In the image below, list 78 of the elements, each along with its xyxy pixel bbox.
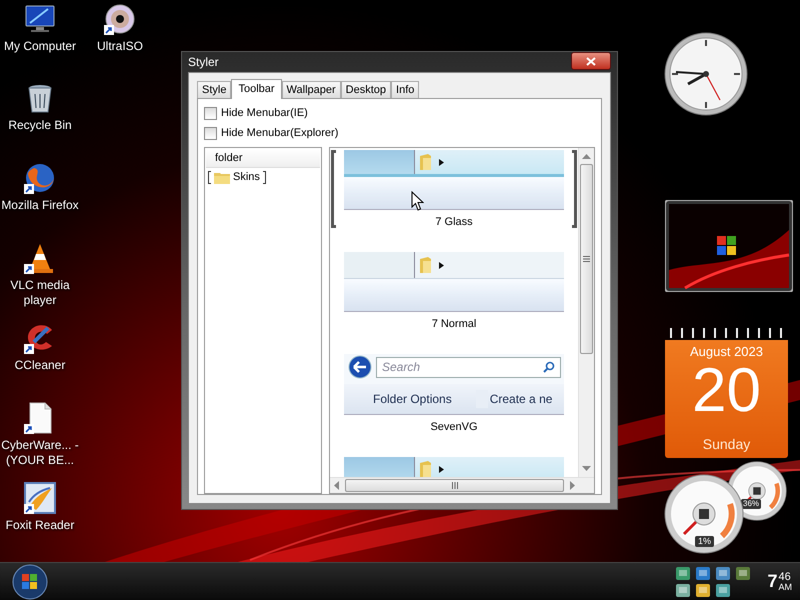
icon-label[interactable]: CCleaner — [14, 358, 66, 373]
folder-icon — [419, 461, 432, 477]
folder-icon — [214, 170, 230, 184]
meter-reading: 1% — [695, 536, 714, 547]
desktop-icon[interactable] — [24, 162, 56, 194]
desktop-icon[interactable] — [104, 3, 136, 35]
skin-name: 7 Normal — [432, 317, 476, 330]
calendar-day: 20 — [692, 360, 761, 422]
checkbox[interactable] — [204, 126, 217, 140]
close-icon — [586, 56, 596, 66]
icon-label[interactable]: Recycle Bin — [8, 118, 72, 133]
scrollbar-thumb[interactable] — [345, 479, 564, 492]
skin-item[interactable]: Search Folder Options Create a ne SevenVG — [331, 354, 577, 457]
checkbox-label: Hide Menubar(IE) — [221, 106, 308, 121]
folder-icon — [419, 154, 432, 170]
shortcut-arrow-icon — [24, 504, 34, 514]
search-placeholder: Search — [382, 359, 420, 376]
checkbox[interactable] — [204, 106, 217, 120]
calendar-weekday: Sunday — [702, 435, 750, 454]
clock-hour: 7 — [767, 570, 778, 593]
scroll-right-icon[interactable] — [570, 481, 576, 490]
tree-item[interactable]: Skins — [233, 168, 260, 186]
desktop-icon[interactable] — [24, 3, 56, 35]
icon-label[interactable]: UltraISO — [96, 39, 143, 54]
scroll-down-icon[interactable] — [582, 466, 591, 472]
toolbar-label: Create a ne — [476, 390, 552, 408]
clock-minutes: 46 — [778, 572, 792, 582]
start-button[interactable] — [11, 564, 49, 600]
tray-icon[interactable] — [695, 566, 712, 580]
search-icon — [543, 361, 555, 373]
checkbox-label: Hide Menubar(Explorer) — [221, 126, 338, 141]
scroll-up-icon[interactable] — [582, 153, 591, 159]
calendar-month: August 2023 — [690, 344, 763, 360]
shortcut-arrow-icon — [104, 25, 114, 35]
clock-period: AM — [778, 582, 792, 592]
shortcut-arrow-icon — [24, 424, 34, 434]
mouse-cursor-icon — [411, 191, 424, 211]
tray-icon[interactable] — [735, 566, 752, 580]
tray-icon[interactable] — [695, 582, 712, 598]
tab[interactable]: Info — [391, 81, 420, 98]
shortcut-arrow-icon — [24, 344, 34, 354]
icon-label[interactable]: Foxit Reader — [6, 518, 74, 533]
caret-icon — [439, 466, 444, 472]
icon-label[interactable]: CyberWare... - (YOUR BE... — [0, 438, 80, 468]
caret-icon — [439, 158, 444, 166]
meter-reading: 36% — [741, 499, 762, 509]
horizontal-scrollbar[interactable] — [330, 477, 594, 493]
toolbar-segment — [344, 150, 414, 174]
tab[interactable]: Toolbar — [231, 79, 282, 99]
tab[interactable]: Wallpaper — [282, 81, 341, 98]
grip-icon — [452, 482, 458, 489]
folder-icon — [419, 257, 432, 273]
vertical-scrollbar[interactable] — [578, 148, 594, 477]
tab[interactable]: Desktop — [340, 81, 392, 98]
skin-item[interactable]: 7 Normal — [331, 252, 577, 354]
scrollbar-thumb[interactable] — [580, 164, 593, 354]
shortcut-arrow-icon — [24, 264, 34, 274]
icon-label[interactable]: My Computer — [4, 39, 76, 54]
back-icon — [348, 355, 372, 379]
tray-icon[interactable] — [715, 566, 732, 580]
icon-label[interactable]: Mozilla Firefox — [1, 198, 79, 213]
toolbar-segment — [344, 252, 414, 278]
shortcut-arrow-icon — [24, 184, 34, 194]
skin-item[interactable]: 7 Glass — [331, 150, 577, 252]
scroll-left-icon[interactable] — [333, 481, 339, 490]
toolbar-label: Folder Options — [372, 391, 453, 408]
skin-name: SevenVG — [430, 420, 478, 433]
toolbar-segment — [344, 457, 414, 477]
icon-label[interactable]: VLC media player — [0, 278, 80, 308]
tray-icon[interactable] — [675, 566, 692, 580]
tab[interactable]: Style — [197, 81, 232, 98]
caret-icon — [439, 262, 444, 268]
window-title: Styler — [188, 54, 219, 71]
skin-name: 7 Glass — [435, 215, 473, 228]
tray-icon[interactable] — [715, 582, 732, 598]
grip-icon — [583, 256, 590, 262]
tray-icon[interactable] — [675, 582, 692, 598]
close-button[interactable] — [571, 52, 611, 70]
